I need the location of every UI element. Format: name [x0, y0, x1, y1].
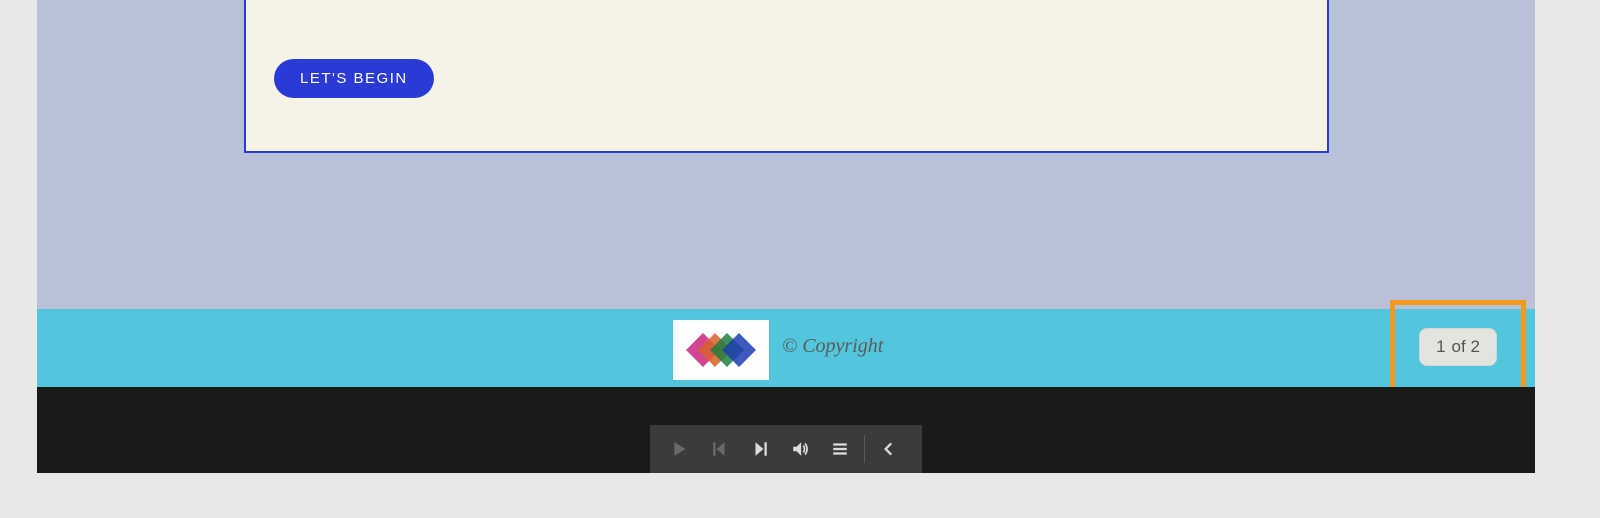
- footer-bar: © Copyright 1 of 2: [37, 309, 1535, 387]
- begin-button[interactable]: LET'S BEGIN: [274, 59, 434, 98]
- diamonds-logo-icon: [679, 328, 763, 372]
- volume-button[interactable]: [780, 425, 820, 473]
- play-button[interactable]: [660, 425, 700, 473]
- content-card: LET'S BEGIN: [244, 0, 1329, 153]
- play-icon: [671, 440, 689, 458]
- player-bar: [37, 387, 1535, 473]
- copyright-text: © Copyright: [782, 335, 883, 358]
- player-controls: [650, 425, 922, 473]
- page-total-label: of 2: [1452, 337, 1480, 357]
- page-indicator-highlight: 1 of 2: [1390, 300, 1526, 393]
- step-back-icon: [711, 440, 729, 458]
- page-current: 1: [1436, 337, 1445, 357]
- page-indicator[interactable]: 1 of 2: [1419, 328, 1497, 366]
- controls-divider: [864, 435, 865, 463]
- menu-icon: [831, 440, 849, 458]
- volume-icon: [791, 440, 809, 458]
- collapse-button[interactable]: [869, 425, 909, 473]
- step-back-button[interactable]: [700, 425, 740, 473]
- menu-button[interactable]: [820, 425, 860, 473]
- step-forward-icon: [751, 440, 769, 458]
- content-viewport: LET'S BEGIN © Copyright 1 of 2: [37, 0, 1535, 473]
- chevron-left-icon: [880, 440, 898, 458]
- step-forward-button[interactable]: [740, 425, 780, 473]
- logo-box: [673, 320, 769, 380]
